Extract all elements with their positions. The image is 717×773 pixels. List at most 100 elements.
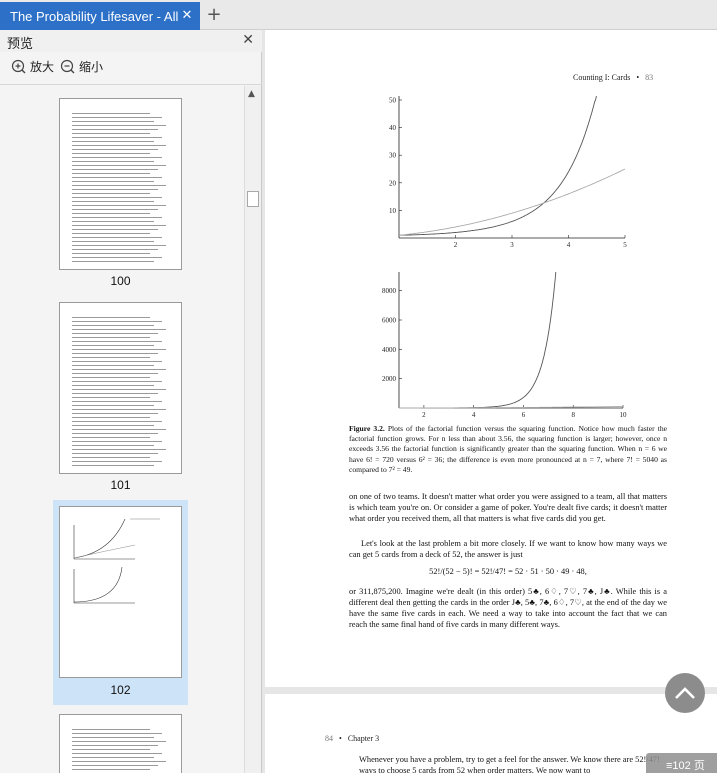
thumbnail-text-line <box>72 213 150 214</box>
sidebar-divider <box>0 84 262 85</box>
thumbnail-text-line <box>72 377 150 378</box>
document-tab[interactable]: The Probability Lifesaver - All ✕ <box>0 2 200 30</box>
sidebar-close-icon[interactable]: ✕ <box>242 32 254 48</box>
thumbnail-text-line <box>72 141 154 142</box>
thumbnail-text-line <box>72 329 166 330</box>
thumbnail-text-line <box>72 373 158 374</box>
y-tick-label: 50 <box>389 97 397 105</box>
thumbnail-image <box>59 302 182 474</box>
thumbnail-text-line <box>72 117 162 118</box>
thumbnail-text-line <box>72 193 150 194</box>
thumbnail-text-line <box>72 361 162 362</box>
thumbnail-text-line <box>72 381 162 382</box>
running-head-page-84: 84 • Chapter 3 <box>325 734 379 743</box>
sidebar-scrollbar[interactable]: ▲ <box>244 86 261 773</box>
thumbnail-text-line <box>72 389 166 390</box>
thumbnail-text-line <box>72 453 158 454</box>
thumbnail-page-101[interactable]: 101 <box>53 296 188 496</box>
x-tick-label: 5 <box>623 241 627 249</box>
document-view[interactable]: Counting I: Cards • 83 2 3 4 5 10 20 30 40 50 2 4… <box>263 30 717 773</box>
thumbnail-text-line <box>72 465 154 466</box>
y-tick-label: 20 <box>389 179 397 187</box>
thumbnail-text-line <box>72 113 150 114</box>
thumbnail-text-line <box>72 261 154 262</box>
factorial-series-line <box>399 95 597 236</box>
thumbnail-text-line <box>72 229 158 230</box>
thumbnail-text-line <box>72 165 166 166</box>
scrollbar-thumb[interactable] <box>247 191 259 207</box>
thumbnail-text-line <box>72 149 158 150</box>
caption-label: Figure 3.2. <box>349 424 385 433</box>
thumbnail-chart-preview <box>73 518 160 604</box>
x-tick-label: 6 <box>522 411 526 419</box>
page-number-84: 84 <box>325 734 333 743</box>
thumbnail-list[interactable]: 100 101 102 <box>0 86 244 773</box>
thumbnail-text-line <box>72 409 166 410</box>
tab-title: The Probability Lifesaver - All <box>10 8 179 24</box>
thumbnail-text-line <box>72 169 158 170</box>
thumbnail-text-line <box>72 121 154 122</box>
x-tick-label: 4 <box>472 411 476 419</box>
thumbnail-text-line <box>72 217 162 218</box>
thumbnail-text-line <box>72 417 150 418</box>
thumbnail-text-line <box>72 449 166 450</box>
chapter-title: Counting I: Cards <box>573 73 631 82</box>
scroll-to-top-button[interactable] <box>665 673 705 713</box>
thumbnail-text-line <box>72 765 158 766</box>
zoom-out-button[interactable]: 缩小 <box>60 58 103 75</box>
thumbnail-page-102[interactable]: 102 <box>53 500 188 705</box>
thumbnail-text-line <box>72 161 154 162</box>
x-tick-label: 3 <box>510 241 514 249</box>
new-tab-plus-icon[interactable]: + <box>204 5 224 25</box>
thumbnail-text-line <box>72 325 154 326</box>
y-tick-label: 40 <box>389 124 397 132</box>
thumbnail-text-line <box>72 249 158 250</box>
thumbnail-text-line <box>72 369 166 370</box>
thumbnail-text-line <box>72 145 166 146</box>
thumbnail-label: 102 <box>110 683 131 697</box>
thumbnail-text-line <box>72 185 166 186</box>
thumbnail-text-line <box>72 741 166 742</box>
thumbnail-text-line <box>72 393 158 394</box>
thumbnail-image <box>59 98 182 270</box>
x-tick-label: 4 <box>567 241 571 249</box>
zoom-in-label: 放大 <box>30 60 55 74</box>
y-tick-label: 4000 <box>382 346 397 354</box>
thumbnail-text-line <box>72 341 162 342</box>
thumbnail-text-line <box>72 353 158 354</box>
thumbnail-text-line <box>72 753 162 754</box>
thumbnail-label: 100 <box>110 274 131 288</box>
thumbnail-text-line <box>72 241 154 242</box>
thumbnail-text-line <box>72 757 154 758</box>
factorial-series-line <box>399 271 557 409</box>
thumbnail-page-100[interactable]: 100 <box>53 92 188 292</box>
square-series-line <box>398 168 626 236</box>
thumbnail-text-line <box>72 401 162 402</box>
thumbnail-text-line <box>72 425 154 426</box>
thumbnail-text-line <box>72 129 158 130</box>
thumbnail-text-line <box>72 461 162 462</box>
thumbnail-image <box>59 714 182 773</box>
tab-close-icon[interactable]: ✕ <box>180 8 194 22</box>
sidebar-title: 预览 <box>7 37 34 52</box>
thumbnail-text-line <box>72 349 166 350</box>
thumbnail-text-line <box>72 201 154 202</box>
thumbnail-text-line <box>72 197 162 198</box>
thumbnail-page-next[interactable] <box>53 708 188 773</box>
thumbnail-text-line <box>72 429 166 430</box>
thumbnail-text-line <box>72 233 150 234</box>
y-tick-label: 8000 <box>382 287 397 295</box>
y-tick-label: 2000 <box>382 375 397 383</box>
thumbnail-text-line <box>72 385 154 386</box>
scroll-up-arrow-icon[interactable]: ▲ <box>248 89 255 99</box>
thumbnail-text-line <box>72 137 162 138</box>
zoom-in-button[interactable]: 放大 <box>11 58 54 75</box>
thumbnail-text-line <box>72 745 158 746</box>
thumbnail-text-line <box>72 365 154 366</box>
x-tick-label: 10 <box>620 411 628 419</box>
thumbnail-text-line <box>72 125 166 126</box>
zoom-toolbar: 放大 缩小 <box>0 54 262 82</box>
thumbnail-text-line <box>72 441 162 442</box>
thumbnail-text-line <box>72 405 154 406</box>
thumbnail-text-line <box>72 209 158 210</box>
